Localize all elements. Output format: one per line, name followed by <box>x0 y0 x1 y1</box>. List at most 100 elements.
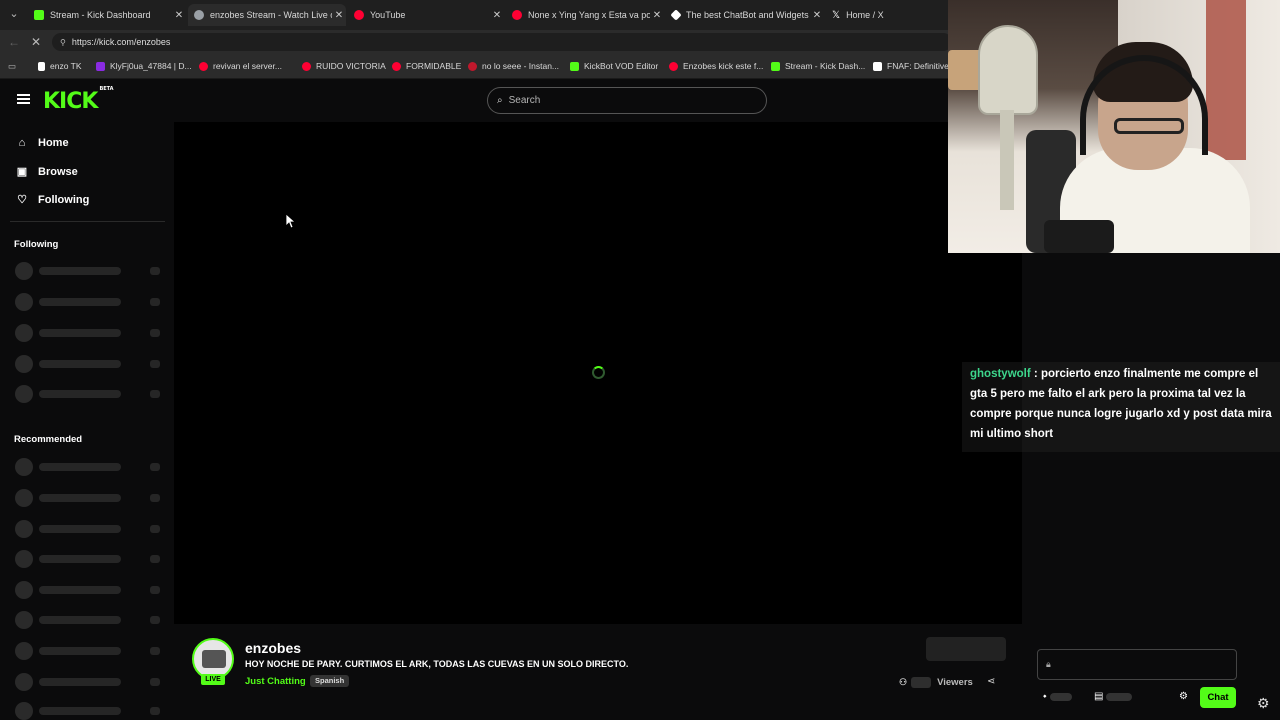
tab-title: Stream - Kick Dashboard <box>50 10 151 20</box>
chat-store-tool[interactable]: ▤ <box>1094 691 1133 702</box>
tab-title: YouTube <box>370 10 406 20</box>
tab-search-chevron-icon[interactable]: ⌄ <box>5 7 23 23</box>
channel-skeleton <box>15 702 165 720</box>
bookmark-label: FORMIDABLE <box>406 61 462 71</box>
mouse-cursor-icon <box>286 214 296 229</box>
stream-title: HOY NOCHE DE PARY. CURTIMOS EL ARK, TODA… <box>245 659 629 669</box>
channel-skeleton <box>15 489 165 507</box>
bookmark-label: FNAF: Definitive E <box>887 61 957 71</box>
language-tag[interactable]: Spanish <box>310 675 350 687</box>
search-icon: ⌕ <box>497 95 503 106</box>
back-arrow-icon[interactable]: ← <box>8 35 20 49</box>
youtube-favicon-icon <box>199 61 208 71</box>
browser-tab-active[interactable]: enzobes Stream - Watch Live on K ✕ <box>188 4 346 26</box>
category-link[interactable]: Just Chatting <box>245 676 306 687</box>
tiktok-favicon-icon <box>38 61 45 71</box>
bookmark[interactable]: FORMIDABLE <box>392 61 461 71</box>
browser-tab[interactable]: The best ChatBot and Widgets fo ✕ <box>666 4 824 26</box>
channel-skeleton <box>15 293 165 311</box>
sidebar-item-browse[interactable]: ▣ Browse <box>15 165 78 179</box>
bookmark-label: RUIDO VICTORIA <box>316 61 386 71</box>
sidebar-item-label: Browse <box>38 165 78 178</box>
tab-close-icon[interactable]: ✕ <box>650 10 664 21</box>
webcam-fan-stand <box>1000 110 1014 210</box>
youtube-favicon-icon <box>302 61 311 71</box>
heart-icon: ♡ <box>17 194 27 206</box>
bookmark-label: Enzobes kick este f... <box>683 61 764 71</box>
bookmark-label: KickBot VOD Editor <box>584 61 659 71</box>
apps-icon[interactable]: ▭ <box>8 61 16 72</box>
bookmark[interactable]: RUIDO VICTORIA <box>302 61 386 71</box>
video-player[interactable] <box>174 122 1022 624</box>
chat-send-button[interactable]: Chat <box>1200 687 1236 708</box>
kick-logo[interactable]: KICKBETA <box>43 85 114 114</box>
stop-loading-icon[interactable]: ✕ <box>31 35 41 49</box>
bookmark[interactable]: enzo TK <box>38 61 82 71</box>
channel-skeleton <box>15 611 165 629</box>
chat-badge-tool[interactable]: ⬩ <box>1043 691 1072 702</box>
channel-skeleton <box>15 324 165 342</box>
bookmark[interactable]: Stream - Kick Dash... <box>771 61 865 71</box>
home-icon: ⌂ <box>18 137 26 149</box>
bookmark[interactable]: KlyFj0ua_47884 | D... <box>96 61 192 71</box>
channel-name[interactable]: enzobes <box>245 640 301 656</box>
channel-skeleton <box>15 262 165 280</box>
avatar-image <box>202 650 226 668</box>
bookmark-label: KlyFj0ua_47884 | D... <box>110 61 192 71</box>
tab-title: The best ChatBot and Widgets fo <box>686 10 810 20</box>
chat-input[interactable]: 🔒︎ <box>1037 649 1237 680</box>
stream-info: LIVE enzobes HOY NOCHE DE PARY. CURTIMOS… <box>174 624 1022 720</box>
webcam-fan <box>978 25 1038 115</box>
logo-text: KICK <box>43 89 98 114</box>
url-field[interactable]: ⚲ https://kick.com/enzobes <box>52 33 952 51</box>
bookmark[interactable]: KickBot VOD Editor <box>570 61 658 71</box>
bookmark[interactable]: FNAF: Definitive E <box>873 61 957 71</box>
youtube-favicon-icon <box>354 10 364 20</box>
browser-tab[interactable]: Stream - Kick Dashboard ✕ <box>28 4 186 26</box>
twitch-favicon-icon <box>96 61 105 71</box>
ign-favicon-icon <box>873 61 882 71</box>
channel-skeleton <box>15 673 165 691</box>
gear-icon[interactable]: ⚙ <box>1257 695 1270 712</box>
bookmark[interactable]: revivan el server... <box>199 61 282 71</box>
tab-close-icon[interactable]: ✕ <box>490 10 504 21</box>
x-logo-icon: 𝕏 <box>832 9 841 21</box>
loading-spinner-icon <box>592 366 605 379</box>
bookmark-label: Stream - Kick Dash... <box>785 61 866 71</box>
sidebar-item-home[interactable]: ⌂ Home <box>15 137 69 149</box>
sidebar-item-following[interactable]: ♡ Following <box>15 193 89 207</box>
chat-settings-button[interactable]: ⚙ <box>1179 691 1188 702</box>
webcam-red-object <box>1206 0 1246 160</box>
tab-close-icon[interactable]: ✕ <box>172 10 186 21</box>
channel-skeleton <box>15 458 165 476</box>
chatbot-favicon-icon <box>670 9 682 21</box>
tab-title: enzobes Stream - Watch Live on K <box>210 10 332 20</box>
viewers-label: Viewers <box>937 677 973 688</box>
beta-badge: BETA <box>99 85 114 92</box>
browser-tab[interactable]: YouTube ✕ <box>348 4 504 26</box>
url-text: https://kick.com/enzobes <box>71 37 171 47</box>
channel-skeleton <box>15 581 165 599</box>
webcam-overlay <box>948 0 1280 253</box>
bookmark-label: enzo TK <box>50 61 82 71</box>
tab-title: None x Ying Yang x Esta va porqu <box>528 10 650 20</box>
channel-skeleton <box>15 385 165 403</box>
search-placeholder: Search <box>508 95 541 106</box>
bookmark[interactable]: no lo seee - Instan... <box>468 61 559 71</box>
menu-icon[interactable] <box>17 94 30 104</box>
live-badge: LIVE <box>201 674 225 685</box>
bookmark[interactable]: Enzobes kick este f... <box>669 61 763 71</box>
tab-title: Home / X <box>846 10 884 20</box>
search-input[interactable]: ⌕ Search <box>487 87 767 114</box>
share-icon[interactable]: ⋖ <box>987 676 995 687</box>
youtube-favicon-icon <box>669 61 678 71</box>
chat-tool-skeleton <box>1106 692 1133 701</box>
browser-tab[interactable]: 𝕏 Home / X <box>826 4 946 26</box>
site-info-icon[interactable]: ⚲ <box>60 38 66 47</box>
viewer-count-skeleton <box>911 677 932 688</box>
tab-close-icon[interactable]: ✕ <box>332 10 346 21</box>
browser-tab[interactable]: None x Ying Yang x Esta va porqu ✕ <box>506 4 664 26</box>
sidebar: ⌂ Home ▣ Browse ♡ Following Following Re… <box>0 122 172 720</box>
sidebar-divider <box>10 221 165 222</box>
tab-close-icon[interactable]: ✕ <box>810 10 824 21</box>
